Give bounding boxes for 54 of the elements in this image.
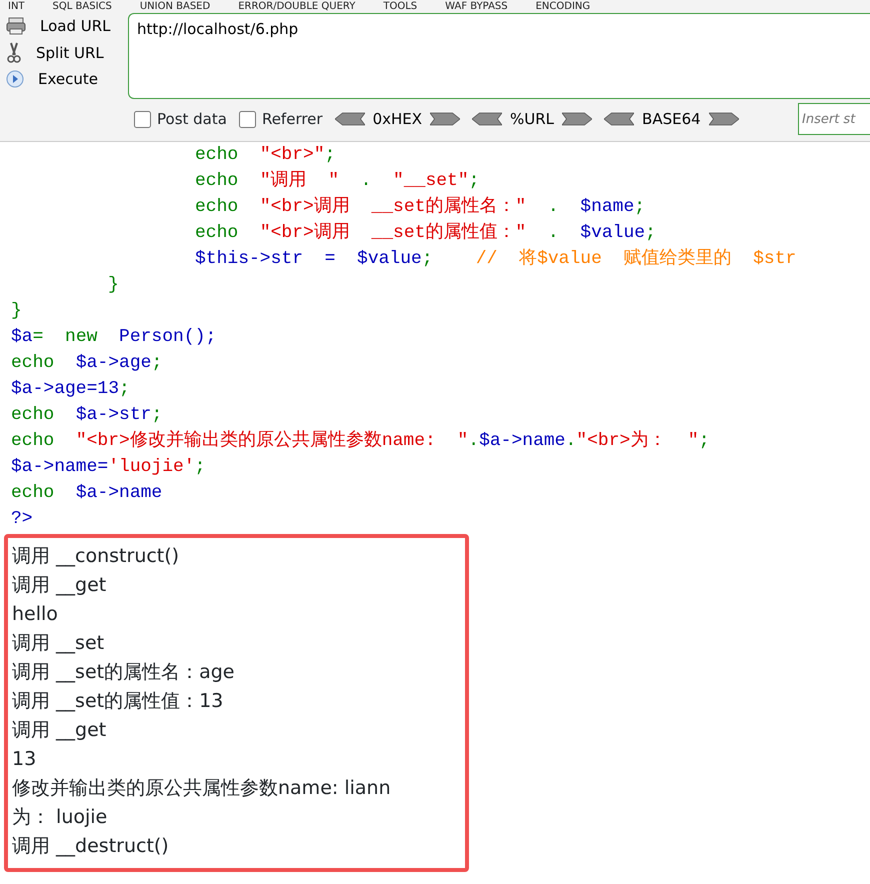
output-line: hello	[12, 602, 58, 627]
code-line: echo $a->name	[11, 482, 162, 505]
menu-item[interactable]: TOOLS	[383, 0, 418, 13]
url-field[interactable]: http://localhost/6.php	[128, 13, 870, 99]
printer-icon	[6, 17, 26, 36]
code-line: }	[107, 274, 119, 297]
code-line: echo "调用 " . "__set";	[194, 170, 480, 193]
output-line: 13	[12, 747, 36, 772]
menu-item[interactable]: ERROR/DOUBLE QUERY	[238, 0, 356, 13]
split-button[interactable]: Split URL	[6, 40, 128, 66]
code-line: echo "<br>修改并输出类的原公共属性参数name: ".$a->name."<br>为： ";	[11, 429, 710, 453]
play-icon	[6, 70, 24, 88]
menu-item[interactable]: SQL BASICS	[52, 0, 112, 13]
code-line: echo $a->str;	[11, 404, 162, 427]
code-line: }	[11, 300, 22, 323]
output-line: 为： luojie	[12, 805, 108, 830]
menu-item[interactable]: ENCODING	[536, 0, 590, 13]
output-line: 调用 __set	[12, 631, 104, 656]
code-line: echo "<br>";	[194, 144, 336, 167]
code-line: $this->str = $value; // 将$value 赋值给类里的 $str	[194, 247, 796, 271]
output-line: 调用 __get	[12, 718, 106, 743]
encode-button[interactable]: 0xHEX	[334, 108, 460, 130]
output-line: 调用 __set的属性值：13	[12, 689, 224, 714]
menu-item[interactable]: WAF BYPASS	[445, 0, 508, 13]
code-line: echo "<br>调用 __set的属性名：" . $name;	[194, 196, 646, 219]
code-line: $a->name='luojie';	[11, 456, 206, 479]
load-button[interactable]: Load URL	[6, 13, 128, 40]
code-line: echo $a->age;	[11, 352, 162, 375]
code-line: $a= new Person();	[11, 326, 216, 349]
execute-button[interactable]: Execute	[6, 66, 128, 92]
encode-button[interactable]: BASE64	[604, 108, 739, 130]
right-arrow-icon	[708, 112, 739, 126]
left-arrow-icon	[472, 112, 502, 126]
checkbox[interactable]	[238, 110, 256, 128]
left-arrow-icon	[604, 112, 634, 126]
scissors-icon	[6, 42, 22, 64]
right-arrow-icon	[562, 112, 592, 126]
code-line: echo "<br>调用 __set的属性值：" . $value;	[194, 222, 656, 245]
right-arrow-icon	[430, 112, 460, 126]
output-line: 调用 __get	[12, 573, 106, 598]
menu-item[interactable]: UNION BASED	[140, 0, 210, 13]
output-line: 修改并输出类的原公共属性参数name: liann	[12, 776, 391, 801]
code-line: $a->age=13;	[11, 378, 130, 401]
output-line: 调用 __construct()	[12, 544, 180, 569]
encode-button[interactable]: %URL	[472, 108, 592, 130]
left-arrow-icon	[334, 112, 365, 126]
checkbox-option[interactable]: Post data	[134, 108, 227, 130]
output-line: 调用 __destruct()	[12, 834, 169, 859]
checkbox[interactable]	[134, 110, 151, 128]
menu-item[interactable]: INT	[8, 0, 25, 13]
output-line: 调用 __set的属性名：age	[12, 660, 234, 685]
insert-field[interactable]: Insert st	[798, 103, 870, 135]
checkbox-option[interactable]: Referrer	[238, 108, 323, 130]
code-line: ?>	[11, 508, 33, 531]
